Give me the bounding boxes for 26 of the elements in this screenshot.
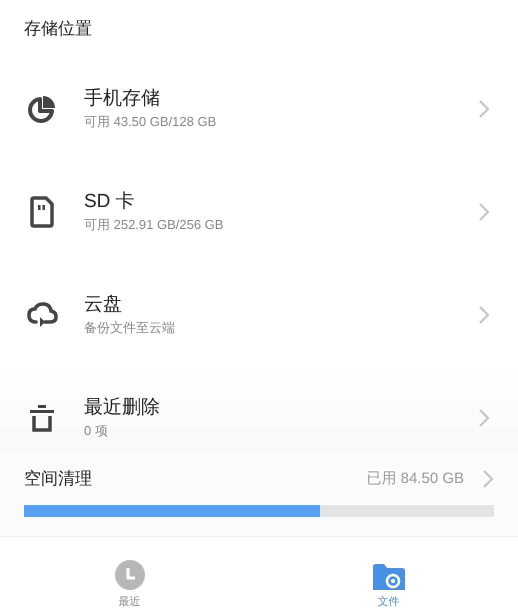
storage-row[interactable]: 手机存储 可用 43.50 GB/128 GB: [0, 57, 518, 160]
used-space: 已用 84.50 GB: [366, 468, 464, 488]
section-title: 存储位置: [24, 18, 92, 40]
cloud-sync-icon: [26, 300, 58, 328]
chevron-right-icon: [478, 304, 490, 324]
storage-subtitle: 可用 43.50 GB/128 GB: [84, 112, 218, 130]
clock-icon: [114, 560, 144, 590]
tab[interactable]: 最近: [0, 537, 259, 611]
folder-icon: [372, 564, 404, 590]
storage-subtitle: 可用 252.91 GB/256 GB: [84, 216, 224, 234]
storage-title: SD 卡: [84, 190, 136, 214]
storage-subtitle: 0 项: [84, 422, 109, 440]
trash-icon: [28, 402, 56, 432]
chevron-right-icon: [478, 98, 490, 118]
pie-chart-icon: [27, 94, 57, 124]
chevron-right-icon: [478, 408, 490, 428]
storage-subtitle: 备份文件至云端: [84, 318, 176, 336]
sd-card-icon: [29, 196, 55, 228]
storage-title: 云盘: [84, 292, 123, 316]
chevron-right-icon: [482, 468, 494, 489]
cleanup-title: 空间清理: [24, 468, 93, 490]
storage-title: 最近删除: [84, 396, 161, 420]
chevron-right-icon: [478, 202, 490, 222]
storage-row[interactable]: 云盘 备份文件至云端: [0, 263, 518, 366]
storage-row[interactable]: SD 卡 可用 252.91 GB/256 GB: [0, 160, 518, 263]
storage-title: 手机存储: [84, 86, 161, 110]
